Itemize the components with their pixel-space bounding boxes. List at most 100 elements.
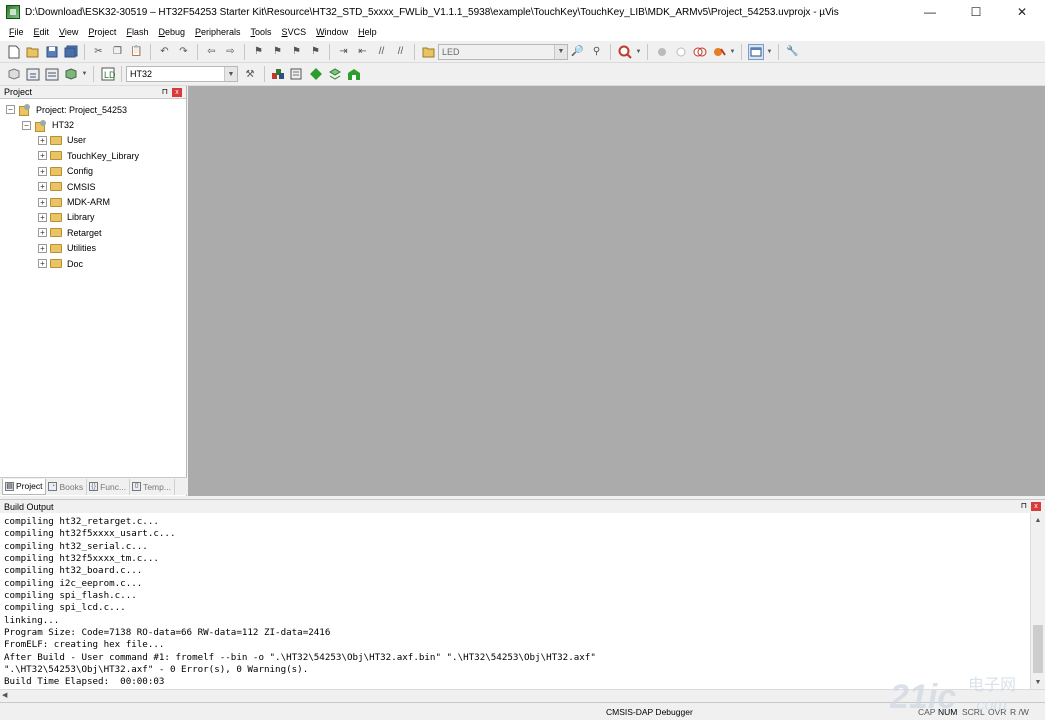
status-debugger: CMSIS-DAP Debugger [606, 707, 693, 717]
navigate-back-icon[interactable]: ⇦ [204, 44, 220, 60]
tree-group-touchkey-library[interactable]: + TouchKey_Library [0, 148, 186, 163]
rebuild-icon[interactable] [44, 66, 60, 82]
tree-group-doc[interactable]: + Doc [0, 256, 186, 271]
configure-icon[interactable]: 🔧 [785, 44, 801, 60]
menu-tools[interactable]: Tools [246, 24, 277, 41]
menu-flash[interactable]: Flash [121, 24, 153, 41]
tree-group-config[interactable]: + Config [0, 164, 186, 179]
menu-help[interactable]: Help [353, 24, 382, 41]
expand-icon[interactable]: + [38, 197, 47, 207]
expand-icon[interactable]: + [38, 259, 47, 269]
menu-project[interactable]: Project [83, 24, 121, 41]
bookmark-previous-icon[interactable]: ⚑ [270, 44, 286, 60]
tree-group-retarget[interactable]: + Retarget [0, 225, 186, 240]
expand-icon[interactable]: + [38, 182, 47, 192]
comment-icon[interactable]: // [374, 44, 390, 60]
bookmark-toggle-icon[interactable]: ⚑ [251, 44, 267, 60]
paste-icon[interactable]: 📋 [129, 44, 145, 60]
menu-edit[interactable]: Edit [29, 24, 55, 41]
collapse-icon[interactable]: − [22, 120, 31, 130]
expand-icon[interactable]: + [38, 135, 47, 145]
find-in-files-icon[interactable] [421, 44, 437, 60]
close-icon[interactable]: x [172, 88, 182, 97]
indent-icon[interactable]: ⇥ [336, 44, 352, 60]
insert-breakpoint-icon[interactable] [654, 44, 670, 60]
batch-build-icon[interactable] [63, 66, 79, 82]
chevron-down-icon[interactable]: ▼ [767, 44, 773, 60]
chevron-down-icon[interactable]: ▼ [224, 67, 237, 81]
new-file-icon[interactable] [6, 44, 22, 60]
undo-icon[interactable]: ↶ [157, 44, 173, 60]
open-file-icon[interactable] [25, 44, 41, 60]
scrollbar-thumb[interactable] [1033, 625, 1043, 673]
expand-icon[interactable]: + [38, 166, 47, 176]
chevron-down-icon[interactable]: ▼ [82, 66, 88, 82]
menu-debug[interactable]: Debug [153, 24, 190, 41]
menu-window[interactable]: Window [311, 24, 353, 41]
enable-breakpoint-icon[interactable] [673, 44, 689, 60]
tree-group-utilities[interactable]: + Utilities [0, 241, 186, 256]
collapse-icon[interactable]: − [6, 105, 15, 115]
menu-svcs[interactable]: SVCS [277, 24, 312, 41]
tab-func[interactable]: {} Func... [87, 478, 131, 495]
expand-icon[interactable]: + [38, 151, 47, 161]
close-icon[interactable]: x [1031, 502, 1041, 511]
start-debug-icon[interactable] [617, 44, 633, 60]
window-layout-icon[interactable] [747, 43, 764, 60]
run-time-environment-icon[interactable] [346, 66, 362, 82]
save-all-icon[interactable] [63, 44, 79, 60]
scroll-left-icon[interactable]: ◀ [2, 690, 7, 702]
select-packs-icon[interactable] [327, 66, 343, 82]
find-combo[interactable]: LED ▼ [438, 43, 568, 60]
manage-project-items-icon[interactable] [270, 66, 286, 82]
expand-icon[interactable]: + [38, 228, 47, 238]
pin-icon[interactable]: ⊓ [1021, 501, 1027, 510]
build-output-text[interactable]: compiling ht32_retarget.c... compiling ht… [0, 513, 1030, 689]
close-button[interactable]: ✕ [999, 0, 1045, 24]
cut-icon[interactable]: ✂ [91, 44, 107, 60]
target-node[interactable]: − HT32 [0, 117, 186, 132]
file-extensions-icon[interactable] [289, 66, 305, 82]
menu-peripherals[interactable]: Peripherals [190, 24, 246, 41]
disable-breakpoints-icon[interactable] [692, 44, 708, 60]
vertical-scrollbar[interactable]: ▲ ▼ [1030, 513, 1045, 689]
copy-icon[interactable]: ❐ [110, 44, 126, 60]
tree-group-cmsis[interactable]: + CMSIS [0, 179, 186, 194]
build-icon[interactable] [25, 66, 41, 82]
menu-file[interactable]: File [4, 24, 29, 41]
project-root[interactable]: − Project: Project_54253 [0, 102, 186, 117]
tree-group-mdk-arm[interactable]: + MDK-ARM [0, 194, 186, 209]
tab-temp[interactable]: 0 Temp... [130, 478, 175, 495]
bookmark-next-icon[interactable]: ⚑ [289, 44, 305, 60]
target-select[interactable]: HT32 ▼ [126, 66, 238, 82]
expand-icon[interactable]: + [38, 243, 47, 253]
pin-icon[interactable]: ⊓ [162, 87, 168, 96]
save-icon[interactable] [44, 44, 60, 60]
download-icon[interactable]: LD [100, 66, 116, 82]
chevron-down-icon[interactable]: ▼ [636, 44, 642, 60]
redo-icon[interactable]: ↷ [176, 44, 192, 60]
scroll-down-icon[interactable]: ▼ [1031, 675, 1045, 689]
unindent-icon[interactable]: ⇤ [355, 44, 371, 60]
pack-installer-icon[interactable] [308, 66, 324, 82]
chevron-down-icon[interactable]: ▼ [554, 44, 567, 59]
find-icon[interactable]: 🔎 [570, 44, 586, 60]
uncomment-icon[interactable]: // [393, 44, 409, 60]
horizontal-scrollbar[interactable]: ◀ [0, 689, 1045, 702]
scroll-up-icon[interactable]: ▲ [1031, 513, 1045, 527]
kill-breakpoints-icon[interactable] [711, 44, 727, 60]
chevron-down-icon[interactable]: ▼ [730, 44, 736, 60]
maximize-button[interactable]: ☐ [953, 0, 999, 24]
menu-view[interactable]: View [54, 24, 83, 41]
tree-group-user[interactable]: + User [0, 133, 186, 148]
target-options-icon[interactable]: ⚒ [242, 66, 258, 82]
tree-group-library[interactable]: + Library [0, 210, 186, 225]
tab-project[interactable]: ▤ Project [2, 478, 47, 495]
navigate-forward-icon[interactable]: ⇨ [223, 44, 239, 60]
bookmark-clear-icon[interactable]: ⚑ [308, 44, 324, 60]
translate-icon[interactable] [6, 66, 22, 82]
expand-icon[interactable]: + [38, 212, 47, 222]
tab-books[interactable]: ◔ Books [46, 478, 88, 495]
minimize-button[interactable]: — [907, 0, 953, 24]
incremental-find-icon[interactable]: ⚲ [589, 44, 605, 60]
